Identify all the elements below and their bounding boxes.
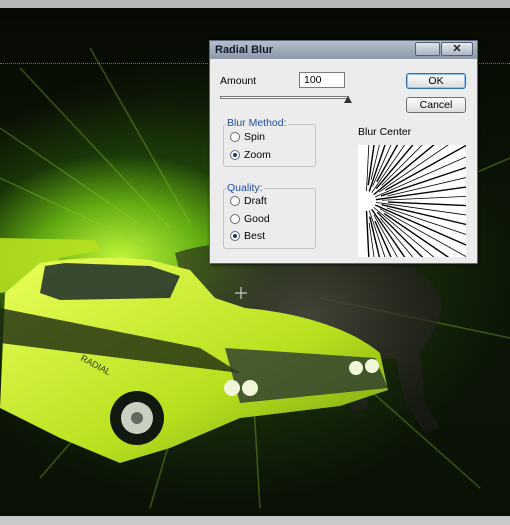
amount-slider-thumb[interactable]: [344, 96, 352, 103]
best-label[interactable]: Best: [244, 230, 265, 242]
blur-center-preview[interactable]: [358, 81, 486, 321]
amount-input[interactable]: [299, 72, 345, 88]
draft-radio[interactable]: [230, 196, 240, 206]
zoom-line: [374, 204, 477, 250]
good-radio[interactable]: [230, 214, 240, 224]
draft-label[interactable]: Draft: [244, 195, 267, 207]
good-label[interactable]: Good: [244, 213, 270, 225]
status-bar: [0, 516, 510, 525]
zoom-label[interactable]: Zoom: [244, 149, 271, 161]
spin-radio[interactable]: [230, 132, 240, 142]
radial-blur-dialog: Radial Blur ✕ Amount OK Cancel Blur Meth…: [209, 40, 486, 321]
help-button[interactable]: [415, 42, 440, 56]
guide-line-right: [475, 63, 510, 64]
blur-method-legend: Blur Method:: [226, 117, 288, 129]
spin-label[interactable]: Spin: [244, 131, 265, 143]
zoom-lines-graphic: [365, 81, 486, 321]
zoom-radio[interactable]: [230, 150, 240, 160]
cancel-button[interactable]: Cancel: [406, 97, 466, 113]
dialog-titlebar[interactable]: Radial Blur ✕: [210, 41, 477, 59]
guide-line-left: [0, 63, 210, 64]
zoom-line: [378, 133, 466, 193]
dialog-title: Radial Blur: [215, 44, 274, 56]
zoom-line: [383, 212, 466, 270]
amount-label: Amount: [220, 75, 257, 87]
zoom-line: [381, 195, 486, 201]
ok-button[interactable]: OK: [406, 73, 466, 89]
amount-slider-track[interactable]: [220, 96, 349, 99]
zoom-line: [365, 210, 373, 321]
zoom-line: [374, 220, 416, 311]
close-icon: ✕: [452, 43, 462, 55]
best-radio[interactable]: [230, 231, 240, 241]
quality-legend: Quality:: [226, 182, 264, 194]
close-button[interactable]: ✕: [441, 42, 473, 56]
blur-center-label: Blur Center: [358, 126, 412, 138]
